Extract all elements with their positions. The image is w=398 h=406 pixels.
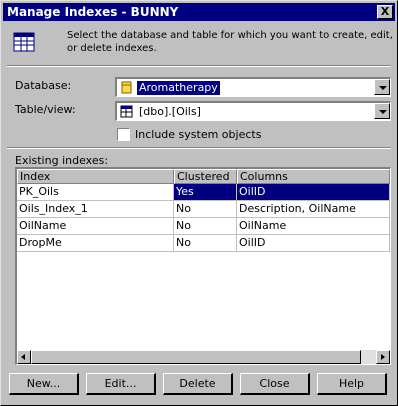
separator (7, 147, 391, 149)
clustered-cell[interactable]: No (174, 218, 237, 235)
table-row[interactable]: DropMe No OilID (17, 235, 390, 252)
include-system-objects-label[interactable]: Include system objects (135, 128, 261, 141)
clustered-cell[interactable]: No (174, 235, 237, 252)
clustered-cell[interactable]: No (174, 201, 237, 218)
columns-cell[interactable]: OilID (237, 235, 390, 252)
manage-indexes-dialog: Manage Indexes - BUNNY X Select the data… (0, 0, 398, 406)
close-window-button[interactable]: X (377, 5, 393, 19)
table-row[interactable]: PK_Oils Yes OilID (17, 184, 390, 201)
index-name-cell[interactable]: Oils_Index_1 (17, 201, 174, 218)
column-header-clustered[interactable]: Clustered (174, 169, 237, 184)
column-header-columns[interactable]: Columns (237, 169, 390, 184)
arrow-left-icon (21, 354, 25, 360)
index-name-cell[interactable]: PK_Oils (17, 184, 174, 201)
new-button[interactable]: New... (9, 373, 79, 395)
table-row[interactable]: OilName No OilName (17, 218, 390, 235)
columns-cell[interactable]: Description, OilName (237, 201, 390, 218)
table-view-label: Table/view: (15, 103, 76, 116)
table-view-dropdown-button[interactable] (374, 103, 390, 119)
scrollbar-thumb[interactable] (31, 350, 361, 364)
database-dropdown-button[interactable] (374, 79, 390, 95)
scroll-right-button[interactable] (376, 350, 390, 364)
title-bar: Manage Indexes - BUNNY X (3, 3, 395, 21)
database-value: Aromatherapy (137, 81, 220, 95)
table-view-combo[interactable]: [dbo].[Oils] (115, 101, 391, 121)
arrow-right-icon (381, 354, 385, 360)
window-title: Manage Indexes - BUNNY (7, 5, 179, 19)
indexes-grid[interactable]: Index Clustered Columns PK_Oils Yes OilI… (15, 167, 391, 365)
database-label: Database: (15, 79, 72, 92)
table-index-icon (13, 32, 35, 52)
table-icon (120, 105, 133, 118)
horizontal-scrollbar[interactable] (17, 350, 390, 364)
columns-cell[interactable]: OilName (237, 218, 390, 235)
database-icon (121, 81, 132, 94)
table-row[interactable]: Oils_Index_1 No Description, OilName (17, 201, 390, 218)
delete-button[interactable]: Delete (163, 373, 233, 395)
table-view-value: [dbo].[Oils] (139, 105, 201, 118)
separator (7, 65, 391, 67)
chevron-down-icon (379, 86, 387, 90)
close-button[interactable]: Close (240, 373, 310, 395)
index-name-cell[interactable]: OilName (17, 218, 174, 235)
index-name-cell[interactable]: DropMe (17, 235, 174, 252)
database-combo[interactable]: Aromatherapy (115, 77, 391, 97)
chevron-down-icon (379, 110, 387, 114)
column-header-index[interactable]: Index (17, 169, 174, 184)
existing-indexes-label: Existing indexes: (15, 154, 109, 167)
instruction-text: Select the database and table for which … (67, 30, 393, 54)
edit-button[interactable]: Edit... (86, 373, 156, 395)
help-button[interactable]: Help (317, 373, 387, 395)
columns-cell[interactable]: OilID (237, 184, 390, 201)
include-system-objects-checkbox[interactable] (117, 128, 130, 141)
scroll-left-button[interactable] (17, 350, 31, 364)
clustered-cell[interactable]: Yes (174, 184, 237, 201)
